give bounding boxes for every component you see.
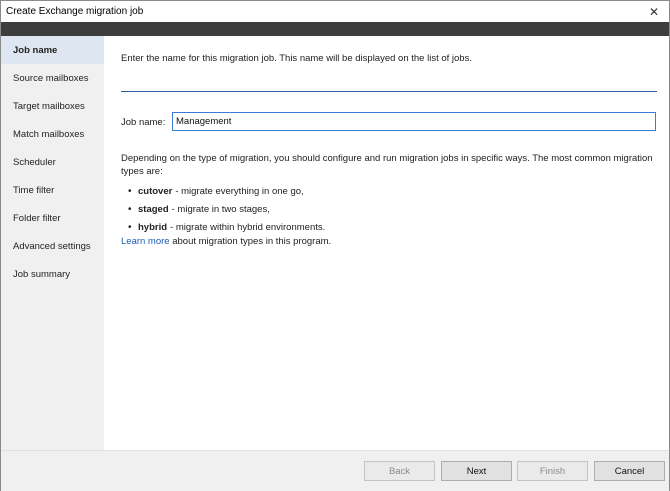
- sidebar-item-source-mailboxes[interactable]: Source mailboxes: [1, 64, 104, 92]
- job-name-input[interactable]: [172, 112, 656, 131]
- next-button[interactable]: Next: [441, 461, 512, 481]
- sidebar-item-label: Scheduler: [13, 156, 56, 168]
- list-item: • cutover - migrate everything in one go…: [128, 182, 325, 200]
- sidebar-item-label: Advanced settings: [13, 240, 91, 252]
- header-band: [1, 22, 669, 36]
- cancel-button[interactable]: Cancel: [594, 461, 665, 481]
- bullet-icon: •: [128, 185, 132, 197]
- bullet-icon: •: [128, 203, 132, 215]
- sidebar-item-target-mailboxes[interactable]: Target mailboxes: [1, 92, 104, 120]
- sidebar-item-label: Match mailboxes: [13, 128, 85, 140]
- title-bar: Create Exchange migration job ✕: [1, 1, 669, 22]
- sidebar-item-match-mailboxes[interactable]: Match mailboxes: [1, 120, 104, 148]
- sidebar-item-job-summary[interactable]: Job summary: [1, 260, 104, 288]
- migration-types-list: • cutover - migrate everything in one go…: [128, 182, 325, 236]
- sidebar-item-job-name[interactable]: Job name: [1, 36, 104, 64]
- dialog-footer: Back Next Finish Cancel: [1, 450, 669, 491]
- bullet-icon: •: [128, 221, 132, 233]
- finish-button[interactable]: Finish: [517, 461, 588, 481]
- type-text: - migrate within hybrid environments.: [170, 221, 326, 233]
- sidebar-item-scheduler[interactable]: Scheduler: [1, 148, 104, 176]
- migration-types-description: Depending on the type of migration, you …: [121, 153, 653, 177]
- type-name: cutover: [138, 185, 173, 197]
- type-name: hybrid: [138, 221, 168, 233]
- section-divider: [121, 91, 657, 92]
- sidebar-item-label: Folder filter: [13, 212, 61, 224]
- back-button[interactable]: Back: [364, 461, 435, 481]
- list-item: • staged - migrate in two stages,: [128, 200, 325, 218]
- job-name-panel: Enter the name for this migration job. T…: [104, 36, 669, 450]
- close-icon[interactable]: ✕: [643, 3, 665, 20]
- sidebar-item-label: Target mailboxes: [13, 100, 85, 112]
- sidebar-item-label: Source mailboxes: [13, 72, 89, 84]
- job-name-label: Job name:: [121, 117, 166, 128]
- window-title: Create Exchange migration job: [6, 6, 144, 17]
- intro-text: Enter the name for this migration job. T…: [121, 53, 472, 64]
- learn-more-line: Learn more about migration types in this…: [121, 236, 331, 247]
- learn-more-text: about migration types in this program.: [169, 236, 332, 247]
- wizard-steps-sidebar: Job name Source mailboxes Target mailbox…: [1, 36, 104, 450]
- sidebar-item-label: Job summary: [13, 268, 71, 280]
- sidebar-item-advanced-settings[interactable]: Advanced settings: [1, 232, 104, 260]
- sidebar-item-time-filter[interactable]: Time filter: [1, 176, 104, 204]
- learn-more-link[interactable]: Learn more: [121, 236, 170, 247]
- migration-job-dialog: Create Exchange migration job ✕ Job name…: [0, 0, 670, 491]
- list-item: • hybrid - migrate within hybrid environ…: [128, 218, 325, 236]
- sidebar-item-label: Job name: [13, 44, 58, 56]
- type-text: - migrate in two stages,: [171, 203, 270, 215]
- sidebar-item-label: Time filter: [13, 184, 55, 196]
- type-name: staged: [138, 203, 169, 215]
- sidebar-item-folder-filter[interactable]: Folder filter: [1, 204, 104, 232]
- type-text: - migrate everything in one go,: [175, 185, 304, 197]
